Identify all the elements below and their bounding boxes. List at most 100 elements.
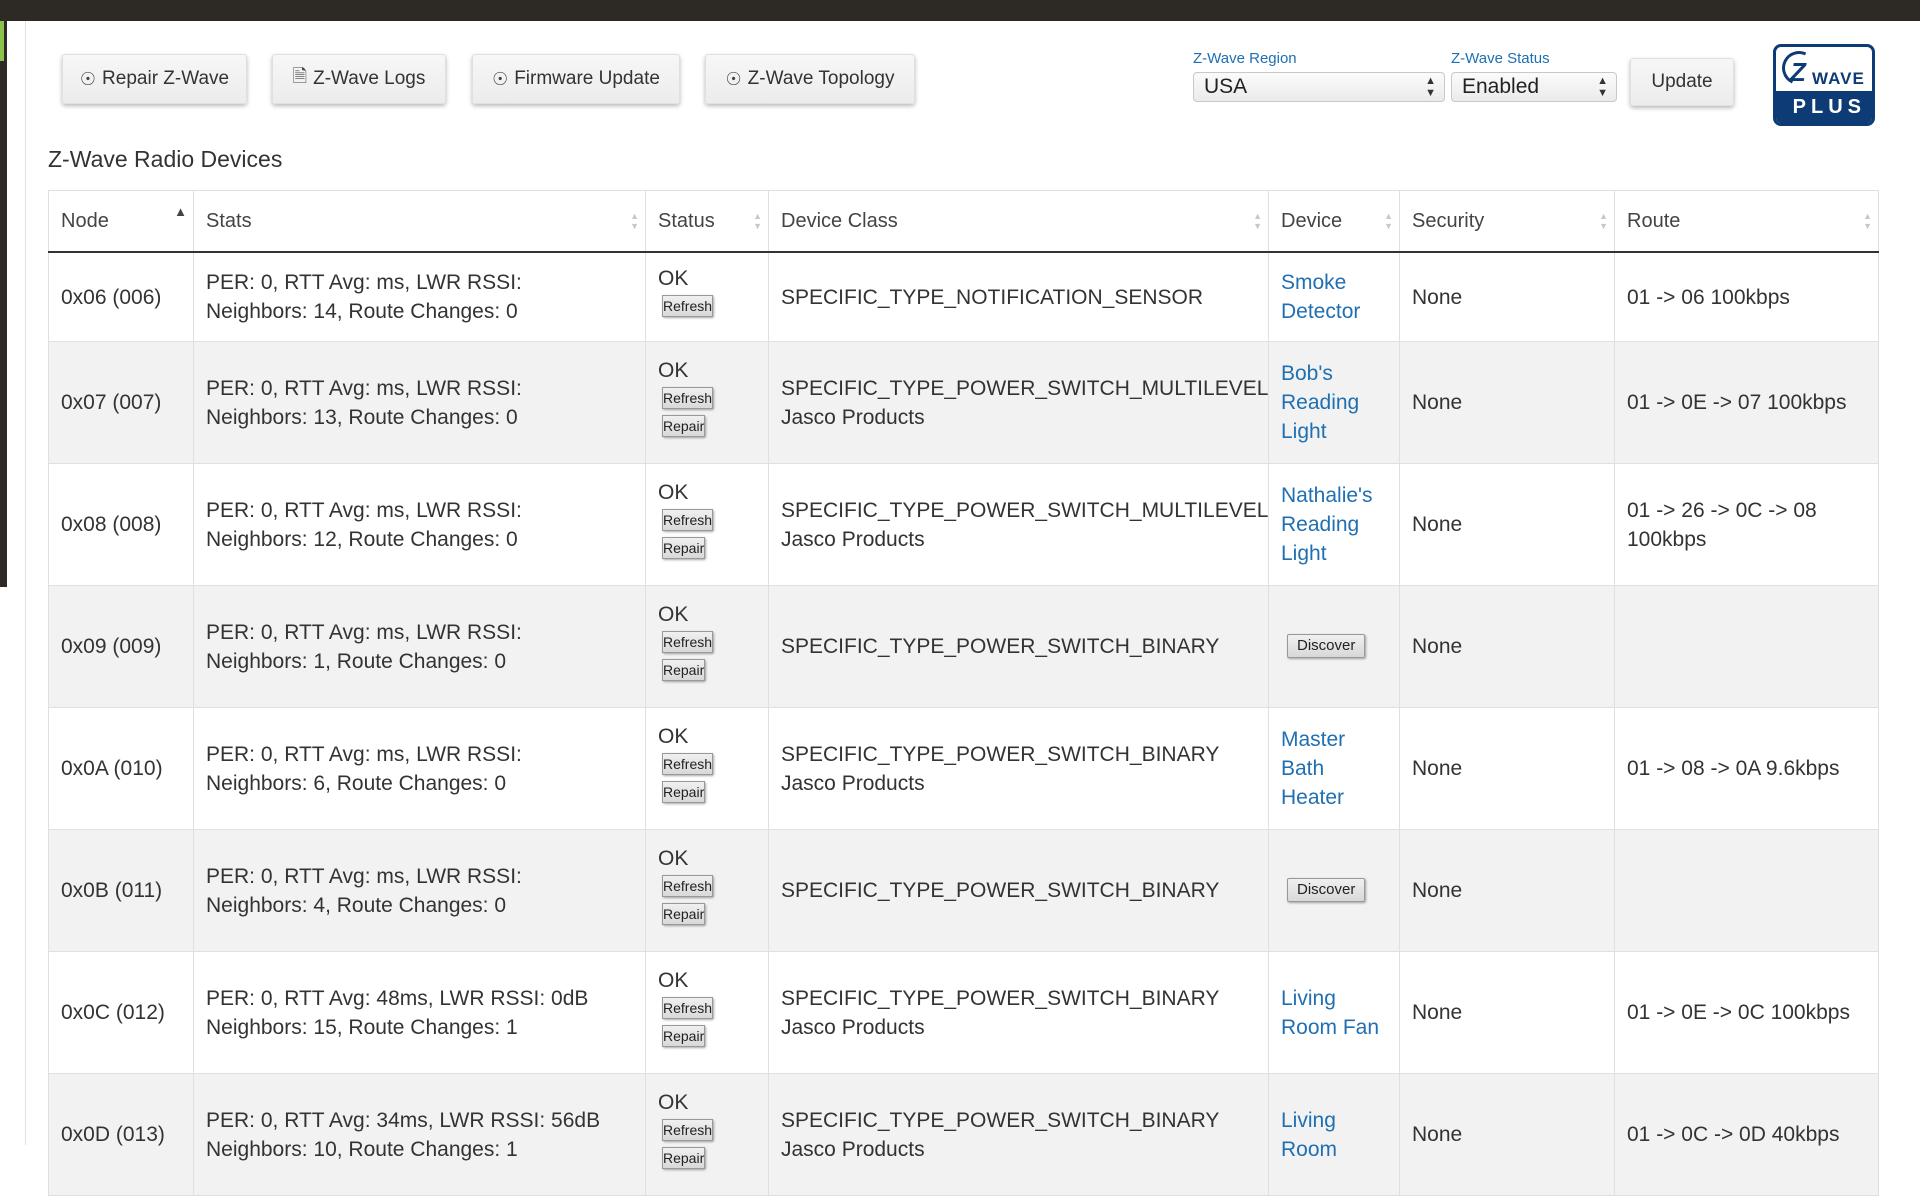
repair-button[interactable]: Repair bbox=[662, 902, 706, 925]
device-cell: Living Room Fan bbox=[1268, 951, 1400, 1074]
device-cell: Discover bbox=[1268, 585, 1400, 708]
stats-cell: PER: 0, RTT Avg: ms, LWR RSSI: Neighbors:… bbox=[193, 341, 646, 464]
discover-button[interactable]: Discover bbox=[1287, 634, 1366, 658]
device-link[interactable]: Living Room Fan bbox=[1281, 987, 1379, 1039]
route-cell: 01 -> 0E -> 07 100kbps bbox=[1614, 341, 1879, 464]
security-cell: None bbox=[1399, 585, 1615, 708]
discover-button[interactable]: Discover bbox=[1287, 878, 1366, 902]
zwave-logs-label: Z-Wave Logs bbox=[313, 68, 426, 89]
security-cell: None bbox=[1399, 829, 1615, 952]
content-left-border bbox=[25, 21, 26, 1145]
update-button[interactable]: Update bbox=[1630, 58, 1734, 106]
column-header-device-class[interactable]: Device Class ▲ ▼ bbox=[768, 190, 1269, 253]
route-cell: 01 -> 0C -> 0D 40kbps bbox=[1614, 1073, 1879, 1196]
stats-cell: PER: 0, RTT Avg: ms, LWR RSSI: Neighbors:… bbox=[193, 829, 646, 952]
table-row: 0x06 (006) PER: 0, RTT Avg: ms, LWR RSSI… bbox=[48, 251, 1879, 342]
table-row: 0x0C (012) PER: 0, RTT Avg: 48ms, LWR RS… bbox=[48, 951, 1879, 1074]
device-link[interactable]: Master Bath Heater bbox=[1281, 728, 1345, 809]
sort-icon: ▲ ▼ bbox=[1384, 211, 1393, 231]
sort-icon: ▲ ▼ bbox=[1253, 211, 1262, 231]
zwave-region-select[interactable]: USA ▲ ▼ bbox=[1193, 72, 1445, 102]
sort-icon: ▲ ▼ bbox=[1599, 211, 1608, 231]
devices-table: Node ▲ Stats ▲ ▼ Status ▲ ▼ Device Class ▲ ▼ De… bbox=[48, 190, 1879, 1196]
device-class-cell: SPECIFIC_TYPE_POWER_SWITCH_MULTILEVEL Jas… bbox=[768, 341, 1269, 464]
column-header-node[interactable]: Node ▲ bbox=[48, 190, 194, 253]
top-bar bbox=[0, 0, 1920, 21]
column-header-stats[interactable]: Stats ▲ ▼ bbox=[193, 190, 646, 253]
status-text: OK bbox=[658, 480, 689, 504]
column-header-status[interactable]: Status ▲ ▼ bbox=[645, 190, 769, 253]
document-icon: 🗎 bbox=[292, 66, 308, 86]
refresh-button[interactable]: Refresh bbox=[662, 1118, 714, 1141]
refresh-button[interactable]: Refresh bbox=[662, 508, 714, 531]
node-cell: 0x07 (007) bbox=[48, 341, 194, 464]
device-link[interactable]: Smoke Detector bbox=[1281, 271, 1360, 323]
refresh-button[interactable]: Refresh bbox=[662, 874, 714, 897]
refresh-button[interactable]: Refresh bbox=[662, 630, 714, 653]
route-cell: 01 -> 26 -> 0C -> 08 100kbps bbox=[1614, 463, 1879, 586]
refresh-button[interactable]: Refresh bbox=[662, 386, 714, 409]
repair-button[interactable]: Repair bbox=[662, 1024, 706, 1047]
security-cell: None bbox=[1399, 707, 1615, 830]
left-accent-bar bbox=[0, 21, 7, 587]
status-cell: OK Refresh bbox=[645, 251, 769, 342]
device-class-cell: SPECIFIC_TYPE_POWER_SWITCH_BINARY Jasco P… bbox=[768, 707, 1269, 830]
repair-button[interactable]: Repair bbox=[662, 536, 706, 559]
zwave-status-label: Z-Wave Status bbox=[1451, 50, 1550, 67]
security-cell: None bbox=[1399, 251, 1615, 342]
status-text: OK bbox=[658, 358, 689, 382]
select-arrows-icon: ▲ ▼ bbox=[1425, 75, 1436, 99]
device-class-cell: SPECIFIC_TYPE_POWER_SWITCH_BINARY bbox=[768, 829, 1269, 952]
firmware-update-label: Firmware Update bbox=[514, 68, 660, 89]
device-class-cell: SPECIFIC_TYPE_POWER_SWITCH_BINARY Jasco P… bbox=[768, 1073, 1269, 1196]
table-row: 0x0B (011) PER: 0, RTT Avg: ms, LWR RSSI… bbox=[48, 829, 1879, 952]
zwave-logs-button[interactable]: 🗎 Z-Wave Logs bbox=[272, 54, 446, 104]
status-cell: OK Refresh Repair bbox=[645, 951, 769, 1074]
repair-button[interactable]: Repair bbox=[662, 414, 706, 437]
repair-icon: ☉ bbox=[79, 68, 97, 89]
table-header-row: Node ▲ Stats ▲ ▼ Status ▲ ▼ Device Class ▲ ▼ De… bbox=[48, 190, 1879, 253]
column-header-security[interactable]: Security ▲ ▼ bbox=[1399, 190, 1615, 253]
node-cell: 0x0B (011) bbox=[48, 829, 194, 952]
device-cell: Master Bath Heater bbox=[1268, 707, 1400, 830]
status-text: OK bbox=[658, 846, 689, 870]
device-class-cell: SPECIFIC_TYPE_POWER_SWITCH_BINARY bbox=[768, 585, 1269, 708]
repair-button[interactable]: Repair bbox=[662, 780, 706, 803]
repair-zwave-button[interactable]: ☉ Repair Z-Wave bbox=[62, 54, 247, 104]
security-cell: None bbox=[1399, 463, 1615, 586]
zwave-plus-logo: Z WAVE PLUS bbox=[1773, 44, 1875, 126]
status-cell: OK Refresh Repair bbox=[645, 463, 769, 586]
refresh-button[interactable]: Refresh bbox=[662, 752, 714, 775]
sort-icon: ▲ ▼ bbox=[1863, 211, 1872, 231]
stats-cell: PER: 0, RTT Avg: ms, LWR RSSI: Neighbors:… bbox=[193, 251, 646, 342]
refresh-button[interactable]: Refresh bbox=[662, 996, 714, 1019]
column-header-route[interactable]: Route ▲ ▼ bbox=[1614, 190, 1879, 253]
select-arrows-icon: ▲ ▼ bbox=[1597, 75, 1608, 99]
zwave-topology-label: Z-Wave Topology bbox=[747, 68, 895, 89]
repair-button[interactable]: Repair bbox=[662, 658, 706, 681]
column-header-device[interactable]: Device ▲ ▼ bbox=[1268, 190, 1400, 253]
device-cell: Living Room bbox=[1268, 1073, 1400, 1196]
status-text: OK bbox=[658, 1090, 689, 1114]
table-row: 0x09 (009) PER: 0, RTT Avg: ms, LWR RSSI… bbox=[48, 585, 1879, 708]
sort-icon: ▲ ▼ bbox=[753, 211, 762, 231]
zwave-topology-button[interactable]: ☉ Z-Wave Topology bbox=[705, 54, 915, 104]
update-label: Update bbox=[1651, 71, 1713, 92]
device-link[interactable]: Nathalie's Reading Light bbox=[1281, 484, 1373, 565]
status-text: OK bbox=[658, 267, 689, 290]
device-cell: Discover bbox=[1268, 829, 1400, 952]
device-class-cell: SPECIFIC_TYPE_POWER_SWITCH_MULTILEVEL Jas… bbox=[768, 463, 1269, 586]
device-link[interactable]: Living Room bbox=[1281, 1109, 1337, 1161]
route-cell: 01 -> 08 -> 0A 9.6kbps bbox=[1614, 707, 1879, 830]
node-cell: 0x0C (012) bbox=[48, 951, 194, 1074]
logo-wave: WAVE bbox=[1812, 69, 1865, 88]
refresh-button[interactable]: Refresh bbox=[662, 295, 714, 317]
status-cell: OK Refresh Repair bbox=[645, 829, 769, 952]
status-text: OK bbox=[658, 602, 689, 626]
device-link[interactable]: Bob's Reading Light bbox=[1281, 362, 1359, 443]
security-cell: None bbox=[1399, 1073, 1615, 1196]
repair-button[interactable]: Repair bbox=[662, 1146, 706, 1169]
section-title: Z-Wave Radio Devices bbox=[48, 146, 283, 172]
zwave-status-select[interactable]: Enabled ▲ ▼ bbox=[1451, 72, 1617, 102]
firmware-update-button[interactable]: ☉ Firmware Update bbox=[472, 54, 680, 104]
